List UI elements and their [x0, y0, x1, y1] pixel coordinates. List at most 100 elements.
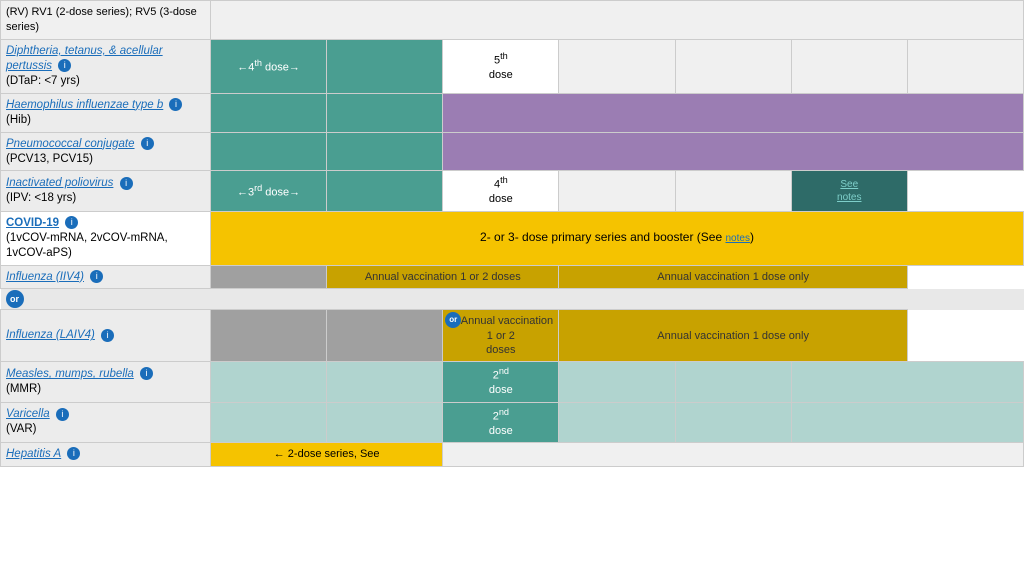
mmr-lt5 — [791, 362, 1023, 402]
dtap-col5 — [675, 39, 791, 93]
pcv-info-icon[interactable]: i — [141, 137, 154, 150]
vaccine-name-hepa: Hepatitis A i — [1, 442, 211, 466]
var-lt1 — [211, 402, 327, 442]
hepa-info-icon[interactable]: i — [67, 447, 80, 460]
vaccine-name-ipv: Inactivated poliovirus i (IPV: <18 yrs) — [1, 171, 211, 211]
mmr-lt1 — [211, 362, 327, 402]
var-lt5 — [791, 402, 1023, 442]
iiv-grey1 — [211, 265, 327, 289]
pcv-teal1 — [211, 132, 327, 171]
row-influenza-laiv: Influenza (LAIV4) i or Annual vaccinatio… — [1, 310, 1024, 362]
row-hepa: Hepatitis A i ← 2-dose series, See — [1, 442, 1024, 466]
varicella-subtitle: (VAR) — [6, 423, 36, 435]
hib-info-icon[interactable]: i — [169, 98, 182, 111]
ipv-teal2 — [327, 171, 443, 211]
ipv-dose3: ←3rd dose→ — [211, 171, 327, 211]
laiv-grey2 — [327, 310, 443, 362]
mmr-lt2 — [327, 362, 443, 402]
row-dtap: Diphtheria, tetanus, & acellular pertuss… — [1, 39, 1024, 93]
dtap-link[interactable]: Diphtheria, tetanus, & acellular pertuss… — [6, 45, 163, 72]
dtap-info-icon[interactable]: i — [58, 59, 71, 72]
pcv-purple — [443, 132, 1024, 171]
laiv-link[interactable]: Influenza (LAIV4) — [6, 329, 95, 341]
vaccine-name-varicella: Varicella i (VAR) — [1, 402, 211, 442]
hepa-empty — [443, 442, 1024, 466]
rv-empty — [211, 1, 1024, 40]
covid-notes-link[interactable]: notes — [725, 233, 749, 244]
var-lt4 — [675, 402, 791, 442]
pcv-subtitle: (PCV13, PCV15) — [6, 153, 93, 165]
or-empty — [211, 289, 1024, 310]
dtap-col2 — [327, 39, 443, 93]
covid-info-icon[interactable]: i — [65, 216, 78, 229]
row-covid: COVID-19 i (1vCOV-mRNA, 2vCOV-mRNA, 1vCO… — [1, 211, 1024, 265]
or-label: or — [1, 289, 211, 310]
dtap-dose4: ←4th dose→ — [211, 39, 327, 93]
row-hib: Haemophilus influenzae type b i (Hib) — [1, 93, 1024, 132]
dtap-dose5: 5thdose — [443, 39, 559, 93]
laiv-info-icon[interactable]: i — [101, 329, 114, 342]
covid-content: 2- or 3- dose primary series and booster… — [211, 211, 1024, 265]
mmr-info-icon[interactable]: i — [140, 367, 153, 380]
laiv-or-circle: or — [445, 312, 461, 328]
vaccine-name-covid: COVID-19 i (1vCOV-mRNA, 2vCOV-mRNA, 1vCO… — [1, 211, 211, 265]
varicella-link[interactable]: Varicella — [6, 408, 50, 420]
hib-teal2 — [327, 93, 443, 132]
vaccine-name-iiv: Influenza (IIV4) i — [1, 265, 211, 289]
var-dose2: 2nddose — [443, 402, 559, 442]
pcv-link[interactable]: Pneumococcal conjugate — [6, 138, 135, 150]
hepa-link[interactable]: Hepatitis A — [6, 448, 61, 460]
row-varicella: Varicella i (VAR) 2nddose — [1, 402, 1024, 442]
vaccine-name-dtap: Diphtheria, tetanus, & acellular pertuss… — [1, 39, 211, 93]
ipv-see-notes: Seenotes — [791, 171, 907, 211]
ipv-col4 — [559, 171, 675, 211]
ipv-link[interactable]: Inactivated poliovirus — [6, 177, 113, 189]
vaccination-schedule-table: { "rows": [ { "id": "rv", "name": "(RV) … — [0, 0, 1024, 467]
laiv-annual1: or Annual vaccination 1 or 2doses — [443, 310, 559, 362]
or-circle: or — [6, 290, 24, 308]
iiv-annual1: Annual vaccination 1 or 2 doses — [327, 265, 559, 289]
pcv-teal2 — [327, 132, 443, 171]
hib-subtitle: (Hib) — [6, 114, 31, 126]
var-lt3 — [559, 402, 675, 442]
hepa-content: ← 2-dose series, See — [211, 442, 443, 466]
vaccine-name-hib: Haemophilus influenzae type b i (Hib) — [1, 93, 211, 132]
vaccine-name-pcv: Pneumococcal conjugate i (PCV13, PCV15) — [1, 132, 211, 171]
mmr-dose2: 2nddose — [443, 362, 559, 402]
vaccine-name-laiv: Influenza (LAIV4) i — [1, 310, 211, 362]
ipv-col5 — [675, 171, 791, 211]
covid-subtitle: (1vCOV-mRNA, 2vCOV-mRNA, 1vCOV-aPS) — [6, 232, 168, 259]
mmr-subtitle: (MMR) — [6, 383, 41, 395]
row-pcv: Pneumococcal conjugate i (PCV13, PCV15) — [1, 132, 1024, 171]
iiv-info-icon[interactable]: i — [90, 270, 103, 283]
laiv-grey1 — [211, 310, 327, 362]
schedule-table: (RV) RV1 (2-dose series); RV5 (3-dose se… — [0, 0, 1024, 467]
covid-link[interactable]: COVID-19 — [6, 217, 59, 229]
rv-label: (RV) RV1 (2-dose series); RV5 (3-dose se… — [6, 6, 197, 33]
mmr-link[interactable]: Measles, mumps, rubella — [6, 368, 134, 380]
var-lt2 — [327, 402, 443, 442]
vaccine-name-rv: (RV) RV1 (2-dose series); RV5 (3-dose se… — [1, 1, 211, 40]
hib-link[interactable]: Haemophilus influenzae type b — [6, 99, 163, 111]
row-influenza-iiv: Influenza (IIV4) i Annual vaccination 1 … — [1, 265, 1024, 289]
ipv-dose4: 4thdose — [443, 171, 559, 211]
or-separator-row: or — [1, 289, 1024, 310]
mmr-lt3 — [559, 362, 675, 402]
hib-teal1 — [211, 93, 327, 132]
dtap-col7 — [907, 39, 1023, 93]
dtap-col4 — [559, 39, 675, 93]
vaccine-name-mmr: Measles, mumps, rubella i (MMR) — [1, 362, 211, 402]
iiv-link[interactable]: Influenza (IIV4) — [6, 271, 84, 283]
ipv-notes-link[interactable]: Seenotes — [837, 179, 861, 203]
row-rv: (RV) RV1 (2-dose series); RV5 (3-dose se… — [1, 1, 1024, 40]
varicella-info-icon[interactable]: i — [56, 408, 69, 421]
row-ipv: Inactivated poliovirus i (IPV: <18 yrs) … — [1, 171, 1024, 211]
iiv-annual2: Annual vaccination 1 dose only — [559, 265, 907, 289]
dtap-subtitle: (DTaP: <7 yrs) — [6, 75, 80, 87]
ipv-subtitle: (IPV: <18 yrs) — [6, 192, 76, 204]
mmr-lt4 — [675, 362, 791, 402]
ipv-info-icon[interactable]: i — [120, 177, 133, 190]
laiv-annual2: Annual vaccination 1 dose only — [559, 310, 907, 362]
dtap-col6 — [791, 39, 907, 93]
row-mmr: Measles, mumps, rubella i (MMR) 2nddose — [1, 362, 1024, 402]
